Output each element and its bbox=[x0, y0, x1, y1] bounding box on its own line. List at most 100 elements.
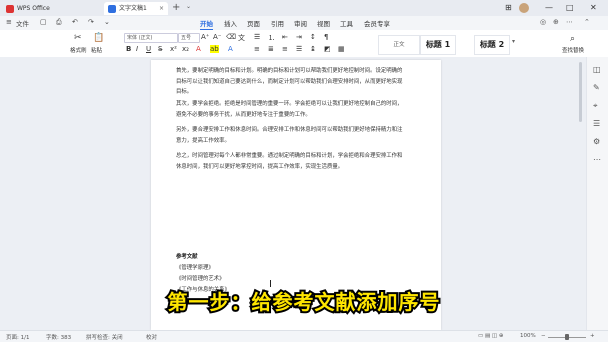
paragraph-2[interactable]: 其次，要学会拒绝。拒绝是时间管理的重要一环。学会拒绝可以让我们更好地控制自己的时… bbox=[176, 99, 404, 120]
avatar[interactable] bbox=[519, 3, 529, 13]
reference-item[interactable]: 《管理学原理》 bbox=[176, 263, 214, 271]
grow-font-icon[interactable]: A⁺ bbox=[201, 33, 209, 41]
view-mode-icons[interactable]: ▭ ▤ ◫ ⊕ bbox=[478, 333, 503, 339]
format-painter-icon[interactable]: ✂ bbox=[74, 33, 82, 43]
maximize-icon[interactable]: □ bbox=[566, 2, 574, 14]
word-count[interactable]: 字数: 383 bbox=[46, 333, 71, 341]
print-icon[interactable]: ⎙ bbox=[56, 18, 62, 27]
paste-icon[interactable]: 📋 bbox=[93, 33, 104, 43]
tab-document[interactable]: 文字文稿1 × bbox=[104, 2, 168, 15]
redo-icon[interactable]: ↷ bbox=[88, 18, 94, 26]
collapse-ribbon-icon[interactable]: ⌃ bbox=[584, 18, 590, 26]
more-icon[interactable]: ⋯ bbox=[566, 18, 573, 26]
doc-logo-icon bbox=[108, 4, 116, 13]
share-icon[interactable]: ⊕ bbox=[553, 18, 559, 26]
minimize-icon[interactable]: — bbox=[545, 2, 553, 14]
italic-button[interactable]: I bbox=[136, 45, 138, 53]
style-normal[interactable]: 正文 bbox=[378, 35, 420, 55]
increase-indent-icon[interactable]: ⇥ bbox=[296, 33, 302, 41]
page-indicator[interactable]: 页面: 1/1 bbox=[6, 333, 29, 341]
panel-layout-icon[interactable]: ◫ bbox=[593, 65, 601, 74]
superscript-icon[interactable]: x² bbox=[170, 45, 177, 53]
add-tab-icon[interactable]: + bbox=[172, 1, 180, 15]
align-left-icon[interactable]: ≡ bbox=[254, 45, 260, 53]
tab-tools[interactable]: 工具 bbox=[340, 18, 353, 28]
title-bar: WPS Office 文字文稿1 × + ⌄ ⊞ — □ ✕ bbox=[0, 0, 608, 16]
tab-references[interactable]: 引用 bbox=[271, 18, 284, 28]
zoom-in-icon[interactable]: + bbox=[590, 333, 595, 339]
highlight-icon[interactable]: ab bbox=[210, 45, 219, 53]
show-marks-icon[interactable]: ¶ bbox=[324, 33, 328, 41]
video-subtitle: 第一步：给参考文献添加序号 bbox=[166, 288, 442, 316]
paragraph-4[interactable]: 总之，时间管理对每个人都非常重要。通过制定明确的目标和计划，学会拒绝和合理安排工… bbox=[176, 151, 404, 172]
bold-button[interactable]: B bbox=[126, 45, 131, 53]
quick-access-chevron-icon[interactable]: ⌄ bbox=[104, 18, 110, 26]
style-heading-1[interactable]: 标题 1 bbox=[420, 35, 456, 55]
align-center-icon[interactable]: ≣ bbox=[268, 45, 274, 53]
wps-logo-icon bbox=[6, 4, 14, 13]
borders-icon[interactable]: ▦ bbox=[338, 45, 345, 53]
decrease-indent-icon[interactable]: ⇤ bbox=[282, 33, 288, 41]
menu-bar: ≡ 文件 ▢ ⎙ ↶ ↷ ⌄ 开始 插入 页面 引用 审阅 视图 工具 会员专享… bbox=[0, 16, 608, 30]
justify-icon[interactable]: ☰ bbox=[296, 45, 302, 53]
tab-insert[interactable]: 插入 bbox=[224, 18, 237, 28]
styles-more-icon[interactable]: ▾ bbox=[512, 38, 515, 45]
zoom-slider-handle[interactable] bbox=[565, 334, 569, 340]
tab-close-icon[interactable]: × bbox=[159, 2, 164, 15]
panel-edit-icon[interactable]: ✎ bbox=[593, 83, 600, 92]
zoom-level[interactable]: 100% bbox=[520, 333, 536, 339]
tab-wps-label: WPS Office bbox=[17, 5, 50, 12]
tab-document-label: 文字文稿1 bbox=[119, 5, 147, 12]
undo-icon[interactable]: ↶ bbox=[72, 18, 78, 26]
tab-page[interactable]: 页面 bbox=[247, 18, 260, 28]
shrink-font-icon[interactable]: A⁻ bbox=[213, 33, 221, 41]
paste-label[interactable]: 粘贴 bbox=[91, 46, 102, 54]
strikethrough-icon[interactable]: S̶ bbox=[158, 45, 162, 53]
panel-settings-icon[interactable]: ⚙ bbox=[593, 137, 600, 146]
sort-icon[interactable]: ↕ bbox=[310, 33, 316, 41]
zoom-out-icon[interactable]: − bbox=[541, 333, 546, 339]
tab-list-chevron-icon[interactable]: ⌄ bbox=[186, 3, 191, 10]
references-heading[interactable]: 参考文献 bbox=[176, 252, 198, 260]
panel-list-icon[interactable]: ☰ bbox=[593, 119, 600, 128]
collaborate-icon[interactable]: ◎ bbox=[540, 18, 546, 26]
panel-locate-icon[interactable]: ⌖ bbox=[593, 101, 598, 111]
file-menu[interactable]: 文件 bbox=[16, 18, 29, 28]
find-replace-icon[interactable]: ⌕ bbox=[570, 34, 575, 44]
tab-review[interactable]: 审阅 bbox=[294, 18, 307, 28]
reference-item[interactable]: 《时间管理的艺术》 bbox=[176, 274, 225, 282]
panel-more-icon[interactable]: ⋯ bbox=[593, 155, 601, 164]
font-size-select[interactable]: 五号 bbox=[178, 33, 200, 43]
tab-view[interactable]: 视图 bbox=[317, 18, 330, 28]
font-name-select[interactable]: 宋体 (正文) bbox=[124, 33, 178, 43]
tab-home[interactable]: 开始 bbox=[200, 18, 213, 30]
format-painter-label[interactable]: 格式刷 bbox=[70, 46, 87, 54]
find-replace-label[interactable]: 查找替换 bbox=[562, 46, 584, 54]
underline-button[interactable]: U bbox=[146, 45, 151, 53]
hamburger-menu-icon[interactable]: ≡ bbox=[6, 18, 12, 26]
close-window-icon[interactable]: ✕ bbox=[590, 2, 597, 14]
save-icon[interactable]: ▢ bbox=[40, 18, 47, 26]
vertical-scrollbar[interactable] bbox=[579, 62, 582, 122]
char-shading-icon[interactable]: A bbox=[228, 45, 233, 53]
phonetic-icon[interactable]: 文 bbox=[238, 33, 245, 43]
app-window: WPS Office 文字文稿1 × + ⌄ ⊞ — □ ✕ ≡ 文件 ▢ ⎙ … bbox=[0, 0, 608, 342]
font-color-icon[interactable]: A bbox=[196, 45, 201, 53]
proofread-button[interactable]: 校对 bbox=[146, 333, 157, 341]
clear-format-icon[interactable]: ⌫ bbox=[226, 33, 236, 41]
apps-grid-icon[interactable]: ⊞ bbox=[505, 2, 512, 14]
subscript-icon[interactable]: x₂ bbox=[182, 45, 189, 53]
bullet-list-icon[interactable]: ☰ bbox=[254, 33, 260, 41]
paragraph-1[interactable]: 首先，要制定明确的目标和计划。明确的目标和计划可以帮助我们更好地控制时间。设定明… bbox=[176, 66, 404, 98]
tab-wps-office[interactable]: WPS Office bbox=[2, 2, 54, 15]
line-spacing-icon[interactable]: ↨ bbox=[310, 45, 316, 53]
paragraph-3[interactable]: 另外，要合理安排工作和休息时间。合理安排工作和休息时间可以帮助我们更好地保持精力… bbox=[176, 125, 404, 146]
spellcheck-status[interactable]: 拼写检查: 关闭 bbox=[86, 333, 123, 341]
align-right-icon[interactable]: ≡ bbox=[282, 45, 288, 53]
numbered-list-icon[interactable]: ⒈ bbox=[268, 33, 275, 43]
shading-icon[interactable]: ◩ bbox=[324, 45, 331, 53]
tab-membership[interactable]: 会员专享 bbox=[364, 18, 390, 28]
ribbon-toolbar: ✂ 格式刷 📋 粘贴 宋体 (正文) 五号 A⁺ A⁻ ⌫ 文 B I U S̶… bbox=[0, 30, 608, 58]
status-bar: 页面: 1/1 字数: 383 拼写检查: 关闭 校对 ▭ ▤ ◫ ⊕ 100%… bbox=[0, 330, 608, 342]
style-heading-2[interactable]: 标题 2 bbox=[474, 35, 510, 55]
